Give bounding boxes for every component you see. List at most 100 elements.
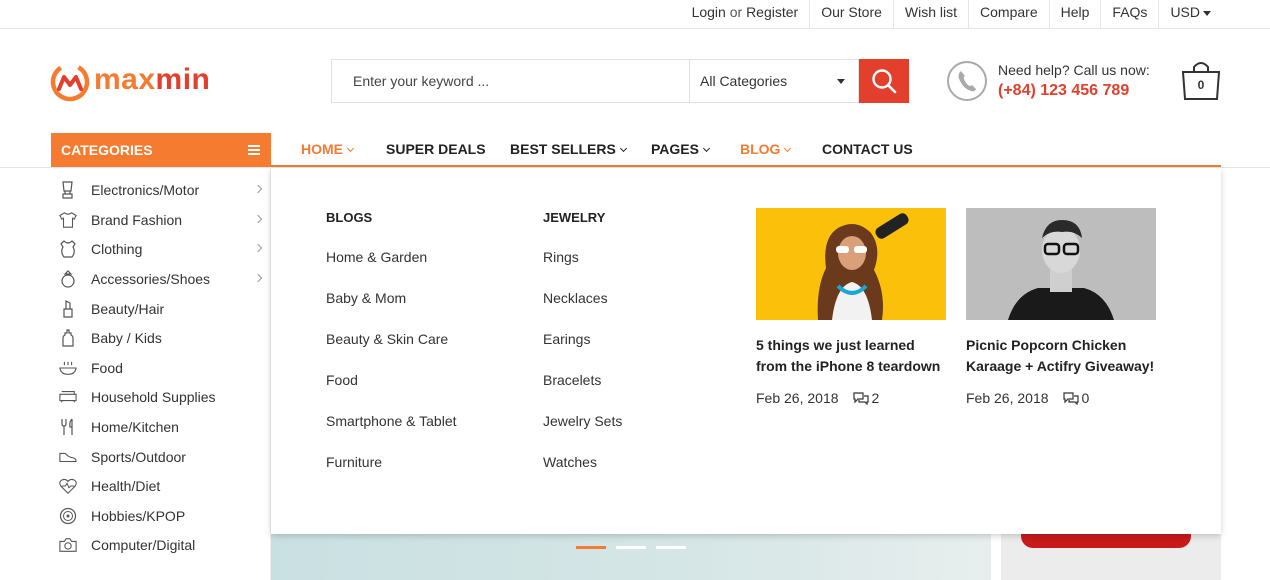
post-meta: Feb 26, 2018 2 xyxy=(756,390,946,406)
post-thumbnail[interactable] xyxy=(756,208,946,320)
sidebar-item-label: Baby / Kids xyxy=(91,330,162,346)
search-button[interactable] xyxy=(859,59,909,103)
post-meta: Feb 26, 2018 0 xyxy=(966,390,1156,406)
post-title[interactable]: 5 things we just learned from the iPhone… xyxy=(756,335,946,377)
sidebar-item-baby-kids[interactable]: Baby / Kids xyxy=(51,323,271,353)
blog-mega-menu: BLOGS Home & Garden Baby & Mom Beauty & … xyxy=(271,168,1221,534)
disc-icon xyxy=(59,507,77,525)
categories-label: CATEGORIES xyxy=(61,142,153,158)
dropdown-link[interactable]: Furniture xyxy=(326,454,382,470)
dropdown-link[interactable]: Rings xyxy=(543,249,579,265)
currency-selector[interactable]: USD xyxy=(1158,0,1222,28)
side-banner[interactable] xyxy=(1001,534,1221,580)
sidebar-item-home-kitchen[interactable]: Home/Kitchen xyxy=(51,412,271,442)
shirt-icon xyxy=(59,211,77,229)
sidebar-item-hobbies[interactable]: Hobbies/KPOP xyxy=(51,501,271,531)
sidebar-item-computer[interactable]: Computer/Digital xyxy=(51,530,271,560)
sidebar-item-label: Food xyxy=(91,360,123,376)
phone-number[interactable]: (+84) 123 456 789 xyxy=(998,82,1150,100)
main-menu: HOME SUPER DEALS BEST SELLERS PAGES BLOG… xyxy=(271,133,1221,167)
sidebar-item-label: Beauty/Hair xyxy=(91,301,165,317)
dropdown-link[interactable]: Necklaces xyxy=(543,290,608,306)
chevron-down-icon xyxy=(784,144,792,153)
sidebar-item-label: Electronics/Motor xyxy=(91,182,200,198)
slider-dots xyxy=(576,546,696,549)
dropdown-link[interactable]: Jewelry Sets xyxy=(543,413,622,429)
dropdown-link[interactable]: Bracelets xyxy=(543,372,601,388)
menu-item-contact-us[interactable]: CONTACT US xyxy=(822,133,913,165)
comment-count[interactable]: 0 xyxy=(1062,390,1089,406)
logo-mark-icon xyxy=(50,62,90,102)
column-heading: BLOGS xyxy=(326,210,373,225)
sidebar-item-label: Home/Kitchen xyxy=(91,419,179,435)
sidebar-item-accessories[interactable]: Accessories/Shoes xyxy=(51,264,271,294)
account-links: Login or Register xyxy=(681,0,810,28)
menu-item-super-deals[interactable]: SUPER DEALS xyxy=(386,133,486,165)
comments-icon xyxy=(1062,391,1079,405)
category-select[interactable]: All Categories xyxy=(689,59,859,103)
category-select-value: All Categories xyxy=(700,73,788,89)
blog-post-card: Picnic Popcorn Chicken Karaage + Actifry… xyxy=(966,208,1156,406)
post-date: Feb 26, 2018 xyxy=(966,390,1049,406)
sidebar-item-electronics[interactable]: Electronics/Motor xyxy=(51,175,271,205)
dropdown-link[interactable]: Beauty & Skin Care xyxy=(326,331,448,347)
category-sidebar: Electronics/Motor Brand Fashion Clothing… xyxy=(51,167,271,580)
baby-bottle-icon xyxy=(59,329,77,347)
sidebar-item-beauty[interactable]: Beauty/Hair xyxy=(51,294,271,324)
top-links: Login or Register Our Store Wish list Co… xyxy=(681,0,1222,28)
sidebar-item-label: Hobbies/KPOP xyxy=(91,508,186,524)
our-store-link[interactable]: Our Store xyxy=(809,0,893,28)
sidebar-item-label: Household Supplies xyxy=(91,389,216,405)
camera-icon xyxy=(59,536,77,554)
search-input[interactable] xyxy=(331,59,689,103)
comments-icon xyxy=(852,391,869,405)
or-text: or xyxy=(729,4,743,20)
help-line: Need help? Call us now: xyxy=(998,62,1150,78)
help-link[interactable]: Help xyxy=(1048,0,1101,28)
chevron-right-icon xyxy=(253,214,263,224)
slider-dot[interactable] xyxy=(656,546,686,549)
dropdown-link[interactable]: Smartphone & Tablet xyxy=(326,413,457,429)
faqs-link[interactable]: FAQs xyxy=(1100,0,1158,28)
search-icon xyxy=(872,69,897,94)
menu-item-pages[interactable]: PAGES xyxy=(651,133,711,165)
sidebar-item-household[interactable]: Household Supplies xyxy=(51,382,271,412)
cart-button[interactable]: 0 xyxy=(1180,58,1222,102)
caret-down-icon xyxy=(1203,10,1211,16)
sidebar-item-label: Sports/Outdoor xyxy=(91,449,186,465)
sidebar-item-brand-fashion[interactable]: Brand Fashion xyxy=(51,205,271,235)
dropdown-link[interactable]: Earings xyxy=(543,331,590,347)
sidebar-item-sports[interactable]: Sports/Outdoor xyxy=(51,442,271,472)
chevron-right-icon xyxy=(253,184,263,194)
slider-dot[interactable] xyxy=(616,546,646,549)
slider-dot[interactable] xyxy=(576,546,606,549)
register-link[interactable]: Register xyxy=(746,4,798,20)
dropdown-link[interactable]: Baby & Mom xyxy=(326,290,406,306)
post-thumbnail[interactable] xyxy=(966,208,1156,320)
dropdown-link[interactable]: Home & Garden xyxy=(326,249,427,265)
sidebar-item-food[interactable]: Food xyxy=(51,353,271,383)
sidebar-item-label: Accessories/Shoes xyxy=(91,271,211,287)
sofa-icon xyxy=(59,388,77,406)
sidebar-item-clothing[interactable]: Clothing xyxy=(51,234,271,264)
cart-count: 0 xyxy=(1197,78,1205,92)
post-title[interactable]: Picnic Popcorn Chicken Karaage + Actifry… xyxy=(966,335,1156,377)
dropdown-link[interactable]: Watches xyxy=(543,454,597,470)
sidebar-item-health[interactable]: Health/Diet xyxy=(51,471,271,501)
wish-list-link[interactable]: Wish list xyxy=(892,0,968,28)
hamburger-icon xyxy=(248,145,260,155)
lipstick-icon xyxy=(59,300,77,318)
compare-link[interactable]: Compare xyxy=(968,0,1049,28)
phone-icon xyxy=(947,61,987,101)
caret-down-icon xyxy=(837,79,845,84)
site-logo[interactable]: maxmin xyxy=(50,62,210,102)
dropdown-link[interactable]: Food xyxy=(326,372,358,388)
sidebar-item-label: Clothing xyxy=(91,241,143,257)
comment-count[interactable]: 2 xyxy=(852,390,879,406)
menu-item-best-sellers[interactable]: BEST SELLERS xyxy=(510,133,627,165)
login-link[interactable]: Login xyxy=(692,4,726,20)
menu-item-home[interactable]: HOME xyxy=(301,133,355,165)
chevron-down-icon xyxy=(346,144,355,153)
categories-toggle[interactable]: CATEGORIES xyxy=(51,133,271,167)
menu-item-blog[interactable]: BLOG xyxy=(740,133,792,165)
